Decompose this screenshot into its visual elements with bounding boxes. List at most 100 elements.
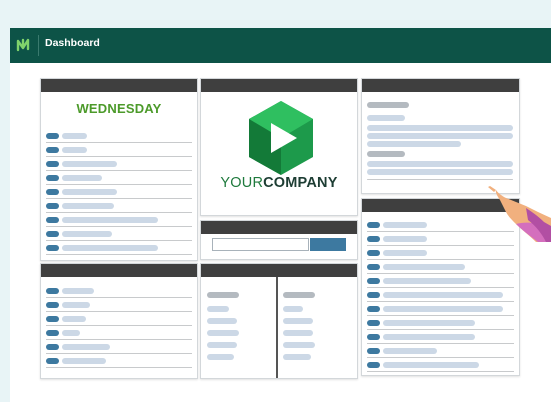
logo-n-icon[interactable] [16,36,30,54]
list-item[interactable] [46,312,192,326]
text-placeholder [207,318,237,324]
toggle-pill[interactable] [367,264,380,270]
list-item[interactable] [46,284,192,298]
list-item[interactable] [46,354,192,368]
text-placeholder [283,330,313,336]
toggle-pill[interactable] [46,288,59,294]
text-placeholder [62,288,94,294]
dashboard-canvas: WEDNESDAY YOURCOMPANY [10,63,551,402]
text-placeholder [283,354,311,360]
list-item[interactable] [367,260,514,274]
toggle-pill[interactable] [367,348,380,354]
toggle-pill[interactable] [46,203,59,209]
list-item[interactable] [46,185,192,199]
brand-prefix: YOUR [220,175,264,191]
list-item[interactable] [46,157,192,171]
text-placeholder [283,318,313,324]
panel-header [201,264,357,277]
toggle-pill[interactable] [367,334,380,340]
list-item[interactable] [46,298,192,312]
toggle-pill[interactable] [46,175,59,181]
text-placeholder [367,115,405,121]
brand-suffix: COMPANY [263,175,338,191]
column-heading-placeholder [283,292,315,298]
toggle-pill[interactable] [46,189,59,195]
list-item[interactable] [367,316,514,330]
list-item[interactable] [46,143,192,157]
header-divider [38,35,39,56]
toggle-pill[interactable] [367,362,380,368]
text-placeholder [62,161,117,167]
text-placeholder [367,141,461,147]
toggle-pill[interactable] [46,231,59,237]
text-placeholder [62,203,114,209]
list-item[interactable] [367,330,514,344]
toggle-pill[interactable] [46,344,59,350]
list-item[interactable] [46,241,192,255]
toggle-pill[interactable] [46,217,59,223]
list-item[interactable] [46,340,192,354]
list-item[interactable] [367,358,514,372]
toggle-pill[interactable] [367,278,380,284]
company-brand-text: YOURCOMPANY [201,175,357,191]
column-divider [276,277,278,378]
text-block-panel [361,78,520,194]
bottom-left-list-panel [40,263,198,379]
toggle-pill[interactable] [46,316,59,322]
list-item[interactable] [367,274,514,288]
panel-header [201,79,357,92]
day-list [46,129,192,255]
toggle-pill[interactable] [367,320,380,326]
text-placeholder [62,147,87,153]
toggle-pill[interactable] [46,161,59,167]
toggle-pill[interactable] [46,245,59,251]
toggle-pill[interactable] [46,133,59,139]
toggle-pill[interactable] [46,147,59,153]
toggle-pill[interactable] [367,306,380,312]
list-item[interactable] [367,246,514,260]
page-title: Dashboard [45,37,100,49]
toggle-pill[interactable] [46,330,59,336]
list-item[interactable] [367,344,514,358]
text-placeholder [367,133,513,139]
list-item[interactable] [367,288,514,302]
text-placeholder [383,334,475,340]
text-placeholder [367,161,513,167]
pointing-hand-icon [488,186,551,242]
text-placeholder [207,342,237,348]
text-placeholder [383,320,475,326]
toggle-pill[interactable] [367,292,380,298]
text-placeholder [367,179,513,180]
toggle-pill[interactable] [367,250,380,256]
list-item[interactable] [46,213,192,227]
text-placeholder [383,362,479,368]
text-placeholder [383,236,427,242]
text-placeholder [383,264,465,270]
column-heading-placeholder [207,292,239,298]
text-placeholder [62,344,110,350]
text-placeholder [367,169,513,175]
panel-header [41,264,197,277]
two-column-panel [200,263,358,379]
toggle-pill[interactable] [367,236,380,242]
toggle-pill[interactable] [46,302,59,308]
list-item[interactable] [46,171,192,185]
text-placeholder [283,306,303,312]
search-input[interactable] [212,238,309,251]
text-placeholder [62,231,112,237]
play-logo-icon [249,101,313,175]
search-button[interactable] [310,238,346,251]
text-placeholder [383,348,437,354]
list-item[interactable] [46,199,192,213]
text-placeholder [383,222,427,228]
text-placeholder [383,292,503,298]
heading-placeholder [367,151,405,157]
toggle-pill[interactable] [46,358,59,364]
list-item[interactable] [46,129,192,143]
toggle-pill[interactable] [367,222,380,228]
list-item[interactable] [46,227,192,241]
list-item[interactable] [367,302,514,316]
item-list [46,284,192,368]
search-panel [200,220,358,260]
list-item[interactable] [46,326,192,340]
